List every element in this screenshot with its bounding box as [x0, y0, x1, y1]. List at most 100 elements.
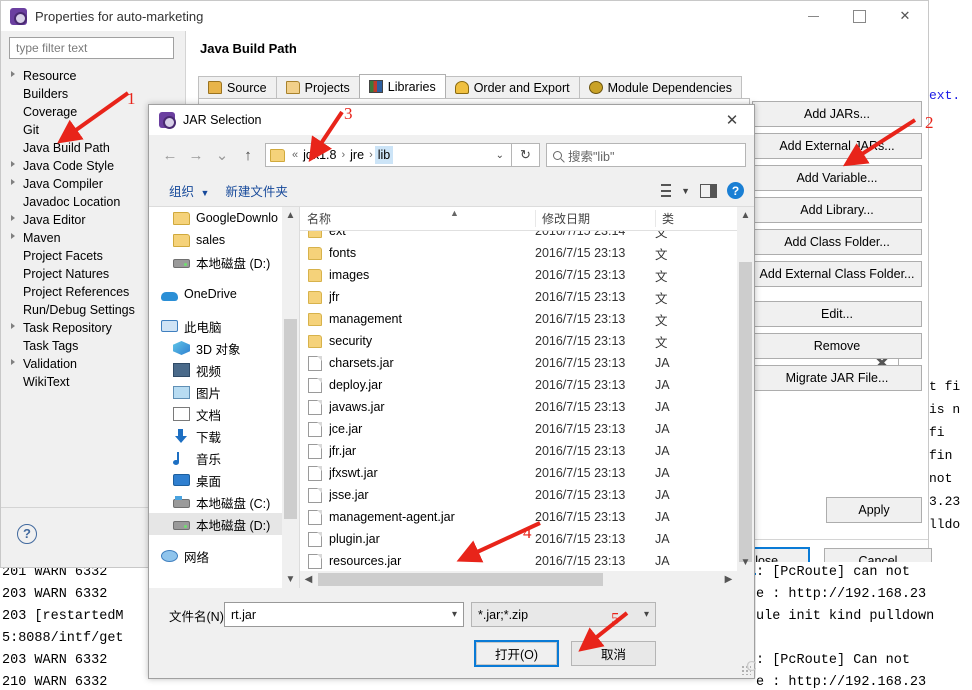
minimize-button[interactable]: [790, 1, 836, 31]
scrollbar-thumb[interactable]: [739, 262, 752, 562]
add-variable-button[interactable]: Add Variable...: [752, 165, 922, 191]
refresh-icon[interactable]: ↻: [512, 143, 540, 167]
breadcrumb-jre[interactable]: jre: [347, 146, 367, 164]
chevron-down-icon[interactable]: ▼: [681, 186, 690, 196]
scrollbar-thumb[interactable]: [284, 319, 297, 519]
nav-item-local-disk-c[interactable]: 本地磁盘 (C:): [149, 491, 299, 513]
recent-locations-icon[interactable]: ⌄: [209, 142, 235, 168]
column-header-type[interactable]: 类: [655, 210, 695, 227]
add-jars-button[interactable]: Add JARs...: [752, 101, 922, 127]
column-header-date[interactable]: 修改日期: [535, 210, 655, 227]
table-row[interactable]: images 2016/7/15 23:13 文: [300, 264, 754, 286]
file-list-scrollbar[interactable]: ▲ ▼: [737, 207, 754, 571]
chevron-down-icon[interactable]: ⌄: [496, 150, 507, 161]
new-folder-button[interactable]: 新建文件夹: [217, 181, 296, 200]
filetype-select[interactable]: *.jar;*.zip ▾: [471, 602, 656, 627]
nav-item-network[interactable]: 网络: [149, 545, 299, 567]
address-bar[interactable]: « jdk1.8 › jre › lib ⌄: [265, 143, 512, 167]
scroll-down-icon[interactable]: ▼: [282, 571, 299, 588]
edit-button[interactable]: Edit...: [752, 301, 922, 327]
apply-button[interactable]: Apply: [826, 497, 922, 523]
file-type: JA: [655, 422, 670, 436]
close-button[interactable]: ✕: [882, 1, 928, 31]
add-class-folder-button[interactable]: Add Class Folder...: [752, 229, 922, 255]
tree-item-label: Resource: [23, 69, 77, 83]
up-icon[interactable]: ↑: [235, 142, 261, 168]
scroll-up-icon[interactable]: ▲: [737, 207, 754, 224]
add-external-jars-button[interactable]: Add External JARs...: [752, 133, 922, 159]
remove-button[interactable]: Remove: [752, 333, 922, 359]
migrate-jar-file-button[interactable]: Migrate JAR File...: [752, 365, 922, 391]
help-icon[interactable]: ?: [17, 524, 37, 544]
tree-item-label: Project Facets: [23, 249, 103, 263]
table-row[interactable]: deploy.jar 2016/7/15 23:13 JA: [300, 374, 754, 396]
scrollbar-thumb[interactable]: [318, 573, 603, 586]
nav-item-documents[interactable]: 文档: [149, 403, 299, 425]
file-type: 文: [655, 269, 668, 284]
nav-pane-scrollbar[interactable]: ▲ ▼: [282, 207, 299, 588]
tab-label: Libraries: [387, 79, 436, 94]
filter-input[interactable]: type filter text: [9, 37, 174, 59]
table-row[interactable]: management 2016/7/15 23:13 文: [300, 308, 754, 330]
maximize-button[interactable]: [836, 1, 882, 31]
scroll-down-icon[interactable]: ▼: [737, 554, 754, 571]
nav-item-music[interactable]: 音乐: [149, 447, 299, 469]
preview-pane-icon[interactable]: [700, 183, 717, 198]
add-library-button[interactable]: Add Library...: [752, 197, 922, 223]
nav-item-googledownload[interactable]: GoogleDownlo: [149, 207, 299, 229]
scroll-right-icon[interactable]: ▶: [720, 571, 737, 588]
tab-module-dependencies[interactable]: Module Dependencies: [578, 76, 742, 98]
scroll-up-icon[interactable]: ▲: [282, 207, 299, 224]
nav-item-desktop[interactable]: 桌面: [149, 469, 299, 491]
table-row[interactable]: jfxswt.jar 2016/7/15 23:13 JA: [300, 462, 754, 484]
table-row[interactable]: jsse.jar 2016/7/15 23:13 JA: [300, 484, 754, 506]
view-mode-icon[interactable]: [655, 184, 672, 197]
table-row[interactable]: charsets.jar 2016/7/15 23:13 JA: [300, 352, 754, 374]
table-row[interactable]: jfr.jar 2016/7/15 23:13 JA: [300, 440, 754, 462]
table-row[interactable]: security 2016/7/15 23:13 文: [300, 330, 754, 352]
organize-button[interactable]: 组织 ▼: [161, 181, 217, 200]
table-row[interactable]: fonts 2016/7/15 23:13 文: [300, 242, 754, 264]
tab-order-and-export[interactable]: Order and Export: [444, 76, 580, 98]
table-row[interactable]: ext 2016/7/15 23:14 文: [300, 231, 754, 242]
table-row[interactable]: javaws.jar 2016/7/15 23:13 JA: [300, 396, 754, 418]
table-row[interactable]: resources.jar 2016/7/15 23:13 JA: [300, 550, 754, 571]
nav-item-3d-objects[interactable]: 3D 对象: [149, 337, 299, 359]
nav-item-sales[interactable]: sales: [149, 229, 299, 251]
tab-libraries[interactable]: Libraries: [358, 74, 446, 98]
table-row[interactable]: jce.jar 2016/7/15 23:13 JA: [300, 418, 754, 440]
column-header-name[interactable]: 名称: [300, 210, 535, 227]
nav-item-local-disk-d-top[interactable]: 本地磁盘 (D:): [149, 251, 299, 273]
filename-label: 文件名(N):: [169, 610, 228, 624]
back-icon[interactable]: ←: [157, 142, 183, 168]
drive-icon: [173, 521, 190, 530]
search-input[interactable]: 搜索"lib": [546, 143, 746, 167]
open-button[interactable]: 打开(O): [474, 640, 559, 667]
tab-projects[interactable]: Projects: [275, 76, 360, 98]
nav-item-downloads[interactable]: 下载: [149, 425, 299, 447]
filename-input[interactable]: rt.jar ▾: [224, 602, 464, 627]
nav-item-local-disk-d[interactable]: 本地磁盘 (D:): [149, 513, 299, 535]
scroll-left-icon[interactable]: ◀: [300, 571, 317, 588]
chevron-down-icon[interactable]: ▾: [644, 609, 649, 620]
table-row[interactable]: jfr 2016/7/15 23:13 文: [300, 286, 754, 308]
breadcrumb-jdk[interactable]: jdk1.8: [300, 146, 339, 164]
nav-item-this-pc[interactable]: 此电脑: [149, 315, 299, 337]
nav-item-onedrive[interactable]: OneDrive: [149, 283, 299, 305]
nav-item-videos[interactable]: 视频: [149, 359, 299, 381]
libraries-button-column: Add JARs... Add External JARs... Add Var…: [752, 101, 922, 397]
add-external-class-folder-button[interactable]: Add External Class Folder...: [752, 261, 922, 287]
tab-source[interactable]: Source: [198, 76, 277, 98]
file-date: 2016/7/15 23:13: [535, 268, 626, 282]
cancel-button[interactable]: 取消: [571, 641, 656, 666]
help-icon[interactable]: ?: [727, 182, 744, 199]
nav-item-pictures[interactable]: 图片: [149, 381, 299, 403]
tree-item-resource[interactable]: Resource: [7, 67, 183, 85]
file-list-hscrollbar[interactable]: ◀ ▶: [300, 571, 754, 588]
tree-item-builders[interactable]: Builders: [7, 85, 183, 103]
forward-icon[interactable]: →: [183, 142, 209, 168]
breadcrumb-lib[interactable]: lib: [374, 146, 394, 164]
chevron-down-icon[interactable]: ▾: [452, 609, 457, 620]
close-icon[interactable]: ✕: [710, 105, 754, 135]
order-export-icon: [454, 81, 469, 94]
